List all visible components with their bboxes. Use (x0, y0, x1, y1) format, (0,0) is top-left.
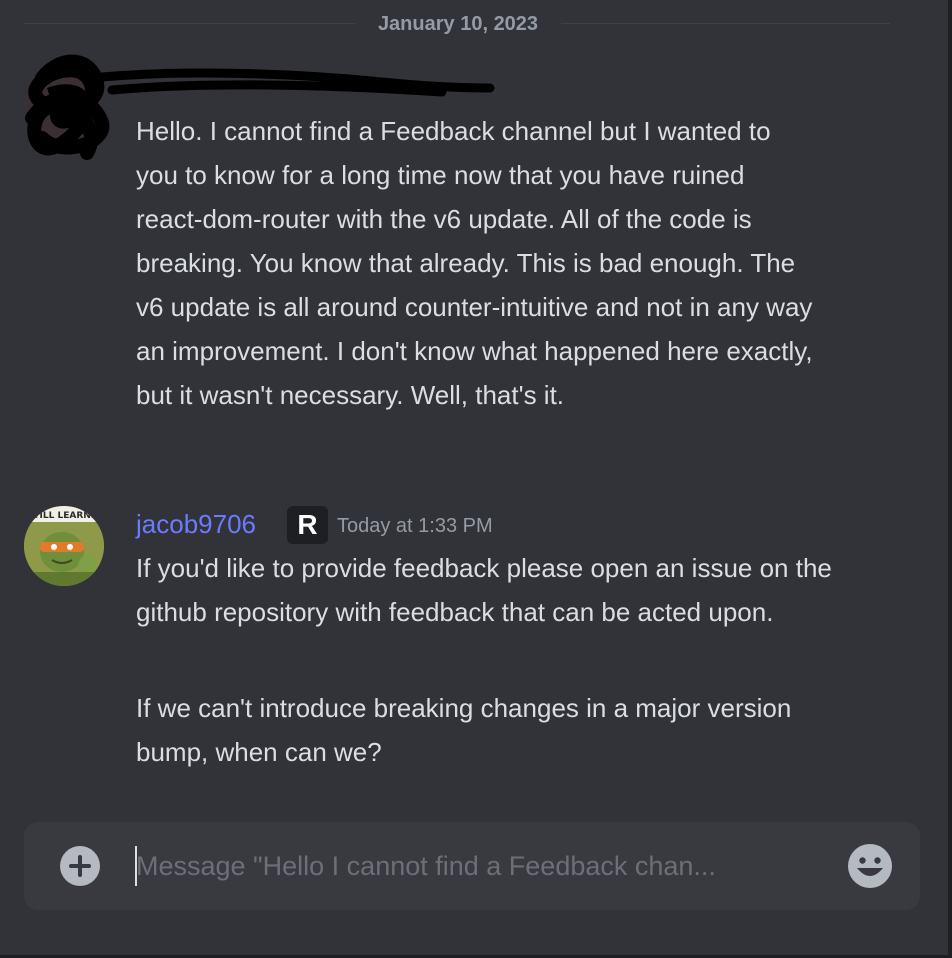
turtle-avatar-image: STILL LEARN... (24, 506, 104, 586)
message-timestamp[interactable]: Today at 1:33 PM (337, 512, 493, 540)
smiley-icon[interactable] (846, 842, 894, 890)
author-name[interactable]: jacob9706 (136, 506, 256, 542)
window-edge-right (948, 0, 952, 958)
remix-r-icon[interactable]: R (287, 506, 328, 544)
svg-text:STILL LEARN...: STILL LEARN... (27, 511, 101, 521)
message-text: Hello. I cannot find a Feedback channel … (136, 116, 813, 410)
plus-circle-icon[interactable] (60, 846, 100, 886)
message-input[interactable] (136, 844, 826, 888)
message-text: If you'd like to provide feedback please… (136, 553, 832, 627)
message-text: If we can't introduce breaking changes i… (136, 693, 792, 767)
avatar-jacob9706[interactable]: STILL LEARN... (24, 506, 104, 586)
divider-date-label: January 10, 2023 (355, 10, 561, 38)
message-composer (24, 822, 920, 910)
